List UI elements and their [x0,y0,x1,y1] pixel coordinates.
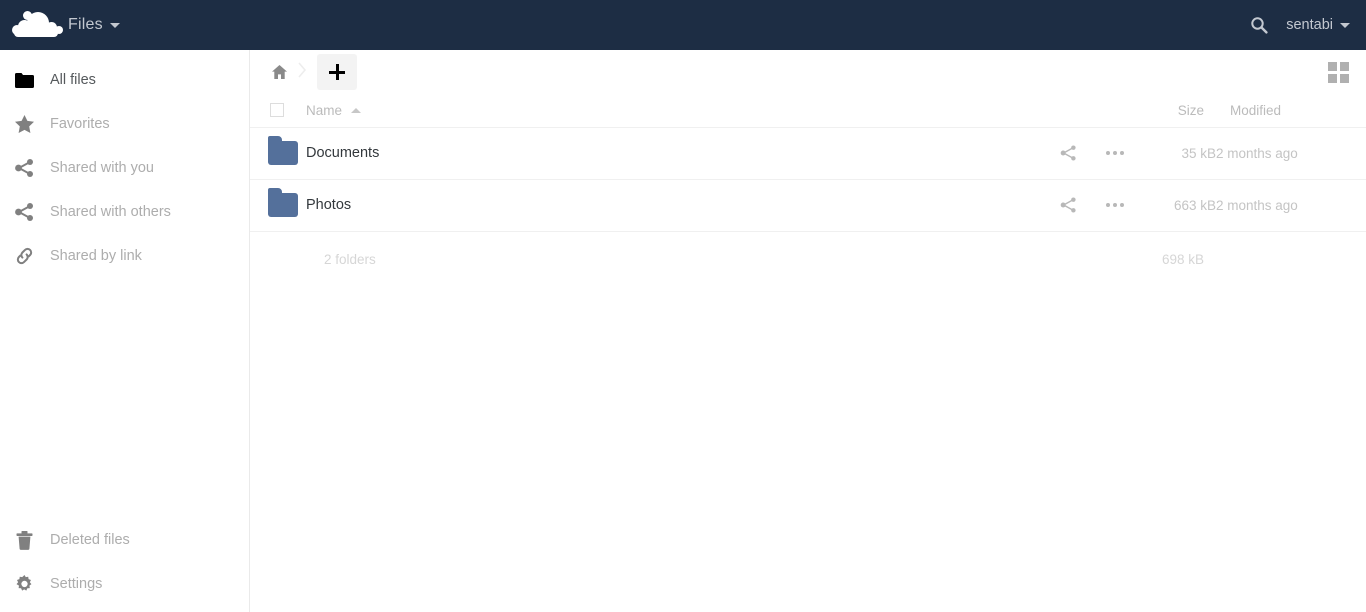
sidebar-item-favorites[interactable]: Favorites [0,102,249,146]
modified-column-header[interactable]: Modified [1216,94,1366,127]
chevron-right-icon [298,61,307,83]
row-name-cell[interactable]: Photos [306,179,1046,231]
row-share-cell [1046,179,1092,231]
sidebar-item-label: Favorites [50,116,110,132]
home-icon[interactable] [266,64,292,80]
folder-icon [268,136,298,165]
sidebar-item-all-files[interactable]: All files [0,58,249,102]
sidebar-item-label: Shared by link [50,248,142,264]
link-icon [14,247,34,265]
header-right-group: sentabi [1250,16,1366,34]
name-column-label: Name [306,102,343,118]
row-icon-cell [250,127,306,179]
file-list-table: Name Size Modified Documents 35 kB 2 mon… [250,94,1366,287]
share-icon [14,159,34,177]
size-column-header[interactable]: Size [1138,94,1216,127]
app-header: Files sentabi [0,0,1366,50]
folder-icon [268,188,298,217]
app-title-label: Files [68,16,103,33]
sidebar-item-label: Settings [50,576,103,592]
username-label: sentabi [1286,17,1333,33]
sidebar-item-shared-with-others[interactable]: Shared with others [0,190,249,234]
trash-icon [14,530,34,550]
share-icon[interactable] [1046,145,1092,161]
grid-view-icon-cell [1339,73,1349,83]
search-icon[interactable] [1250,16,1268,34]
row-more-cell [1092,179,1138,231]
file-modified-label: 2 months ago [1216,145,1298,161]
row-icon-cell [250,179,306,231]
grid-view-toggle[interactable] [1322,56,1354,88]
more-actions-icon[interactable] [1092,151,1138,155]
folder-count-label: 2 folders [324,251,376,267]
plus-icon [329,64,345,80]
sidebar-nav-bottom: Deleted files Settings [0,518,249,612]
folder-icon [14,72,34,88]
file-size-label: 35 kB [1181,145,1216,161]
sidebar-item-label: Shared with you [50,160,154,176]
row-name-cell[interactable]: Documents [306,127,1046,179]
file-size-label: 663 kB [1173,197,1216,213]
sort-ascending-icon [351,107,362,113]
grid-view-icon-cell [1339,61,1349,71]
sidebar-item-label: All files [50,72,96,88]
star-icon [14,115,34,133]
gear-icon [14,574,34,594]
file-modified-label: 2 months ago [1216,197,1298,213]
grid-view-icon-cell [1327,61,1337,71]
new-file-button[interactable] [317,54,357,90]
chevron-down-icon [109,22,120,28]
sidebar-item-label: Shared with others [50,204,171,220]
summary-row: 2 folders 698 kB [250,231,1366,287]
table-row[interactable]: Photos 663 kB 2 months ago [250,179,1366,231]
sidebar-item-settings[interactable]: Settings [0,562,249,606]
row-share-cell [1046,127,1092,179]
sidebar-item-deleted-files[interactable]: Deleted files [0,518,249,562]
file-name-label: Documents [306,145,380,161]
sidebar-item-shared-by-link[interactable]: Shared by link [0,234,249,278]
row-more-cell [1092,127,1138,179]
total-size-label: 698 kB [1161,251,1204,267]
owncloud-cloud-logo[interactable] [10,8,63,42]
sidebar: All files Favorites Shared with you Shar… [0,50,250,612]
select-all-cell [250,94,306,127]
table-header-row: Name Size Modified [250,94,1366,127]
app-title-menu[interactable]: Files [68,16,120,34]
grid-view-icon-cell [1327,73,1337,83]
share-icon[interactable] [1046,197,1092,213]
share-icon [14,203,34,221]
chevron-down-icon [1340,22,1350,28]
sort-by-name-button[interactable]: Name [306,102,362,118]
file-toolbar [250,50,1366,94]
file-name-label: Photos [306,197,352,213]
file-list-footer: 2 folders 698 kB [250,231,1366,287]
sidebar-item-shared-with-you[interactable]: Shared with you [0,146,249,190]
user-menu[interactable]: sentabi [1286,17,1350,33]
more-actions-icon[interactable] [1092,203,1138,207]
file-list-body: Documents 35 kB 2 months ago Photos 663 … [250,127,1366,231]
main-content: Name Size Modified Documents 35 kB 2 mon… [250,50,1366,612]
table-row[interactable]: Documents 35 kB 2 months ago [250,127,1366,179]
file-list-header: Name Size Modified [250,94,1366,127]
sidebar-item-label: Deleted files [50,532,130,548]
name-column-header: Name [306,94,1138,127]
select-all-checkbox[interactable] [270,103,284,118]
sidebar-nav-top: All files Favorites Shared with you Shar… [0,50,249,278]
